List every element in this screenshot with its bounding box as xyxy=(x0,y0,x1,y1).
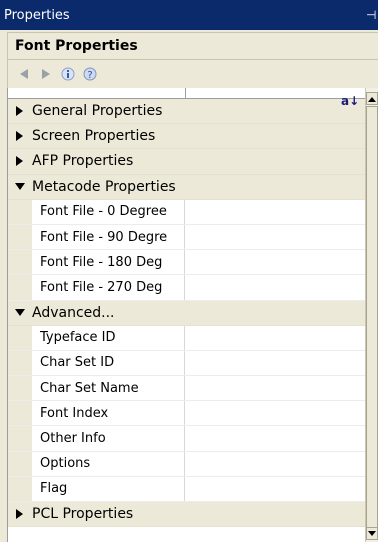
collapsed-triangle-icon[interactable] xyxy=(8,156,32,167)
expanded-triangle-icon[interactable] xyxy=(8,182,32,191)
property-label: Options xyxy=(32,451,185,476)
category-label: General Properties xyxy=(32,103,163,120)
grid-header xyxy=(8,88,365,99)
property-row[interactable]: Char Set Name xyxy=(8,376,365,402)
property-label: Typeface ID xyxy=(32,325,185,350)
property-label: Font File - 270 Deg xyxy=(32,275,185,300)
grid-rows: General Properties Screen Properties AFP P… xyxy=(8,99,365,528)
panel-title: Font Properties xyxy=(15,38,138,54)
property-value[interactable] xyxy=(185,250,365,274)
property-row[interactable]: Char Set ID xyxy=(8,350,365,377)
property-row[interactable]: Font Index xyxy=(8,401,365,427)
property-label: Font File - 0 Degree xyxy=(32,199,185,224)
property-value[interactable] xyxy=(185,426,365,450)
row-gutter xyxy=(8,401,32,426)
property-row[interactable]: Font File - 180 Deg xyxy=(8,250,365,276)
row-gutter xyxy=(8,376,32,401)
row-gutter xyxy=(8,199,32,224)
property-label: Other Info xyxy=(32,426,185,451)
collapsed-triangle-icon[interactable] xyxy=(8,509,32,520)
pin-icon[interactable]: ⊣ xyxy=(366,8,378,22)
row-gutter xyxy=(8,224,32,250)
property-value[interactable] xyxy=(185,275,365,299)
scroll-thumb[interactable] xyxy=(366,106,378,536)
property-label: Font File - 180 Deg xyxy=(32,250,185,275)
category-label: AFP Properties xyxy=(32,153,134,170)
row-gutter xyxy=(8,476,32,501)
property-value[interactable] xyxy=(185,351,365,375)
property-label: Flag xyxy=(32,476,185,501)
property-row[interactable]: Other Info xyxy=(8,426,365,452)
row-gutter xyxy=(8,426,32,451)
properties-titlebar: Properties ⊣ xyxy=(0,0,378,30)
category-row[interactable]: General Properties xyxy=(8,99,365,125)
property-row[interactable]: Font File - 0 Degree xyxy=(8,199,365,225)
collapsed-triangle-icon[interactable] xyxy=(8,106,32,117)
scroll-down-button[interactable] xyxy=(366,527,378,540)
panel-header: Font Properties xyxy=(7,32,378,60)
scroll-up-button[interactable] xyxy=(366,92,378,105)
category-label: Metacode Properties xyxy=(32,178,176,195)
property-label: Font File - 90 Degre xyxy=(32,224,185,250)
info-icon[interactable] xyxy=(60,66,76,82)
row-gutter xyxy=(8,275,32,300)
category-row[interactable]: AFP Properties xyxy=(8,149,365,175)
category-row[interactable]: Advanced... xyxy=(8,300,365,326)
property-value[interactable] xyxy=(185,326,365,350)
property-label: Char Set ID xyxy=(32,350,185,376)
property-row[interactable]: Font File - 90 Degre xyxy=(8,224,365,251)
row-gutter xyxy=(8,250,32,275)
property-row[interactable]: Options xyxy=(8,451,365,477)
category-label: PCL Properties xyxy=(32,506,134,523)
svg-text:?: ? xyxy=(87,70,92,81)
property-label: Font Index xyxy=(32,401,185,426)
property-value[interactable] xyxy=(185,452,365,476)
property-value[interactable] xyxy=(185,225,365,249)
help-icon[interactable]: ? xyxy=(82,66,98,82)
forward-arrow-icon[interactable] xyxy=(38,66,54,82)
property-value[interactable] xyxy=(185,477,365,501)
row-gutter xyxy=(8,350,32,376)
vertical-scrollbar[interactable] xyxy=(365,88,378,542)
category-label: Advanced... xyxy=(32,304,115,321)
collapsed-triangle-icon[interactable] xyxy=(8,131,32,142)
toolbar: ? xyxy=(7,60,378,88)
row-gutter xyxy=(8,451,32,476)
back-arrow-icon[interactable] xyxy=(16,66,32,82)
category-row[interactable]: Screen Properties xyxy=(8,124,365,150)
row-gutter xyxy=(8,325,32,350)
property-value[interactable] xyxy=(185,376,365,400)
property-row[interactable]: Font File - 270 Deg xyxy=(8,275,365,301)
category-row[interactable]: Metacode Properties xyxy=(8,174,365,200)
property-value[interactable] xyxy=(185,200,365,224)
sort-alphabetical-icon[interactable]: a↓ xyxy=(341,92,359,110)
category-label: Screen Properties xyxy=(32,128,156,145)
property-row[interactable]: Typeface ID xyxy=(8,325,365,351)
window-title: Properties xyxy=(4,7,70,23)
expanded-triangle-icon[interactable] xyxy=(8,308,32,317)
property-grid: General Properties Screen Properties AFP P… xyxy=(7,88,365,542)
property-label: Char Set Name xyxy=(32,376,185,401)
property-row[interactable]: Flag xyxy=(8,476,365,502)
property-value[interactable] xyxy=(185,401,365,425)
category-row[interactable]: PCL Properties xyxy=(8,502,365,528)
